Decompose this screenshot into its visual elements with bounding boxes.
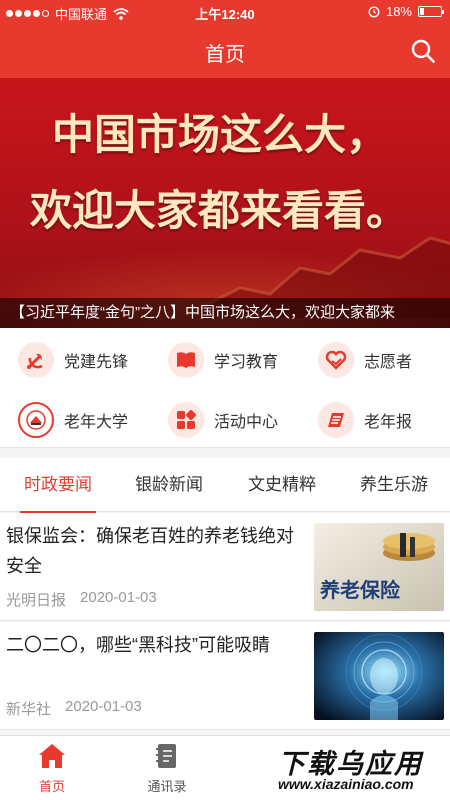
banner-headline-line1: 中国市场这么大， (52, 110, 389, 159)
thumbnail-caption: 养老保险 (319, 578, 401, 602)
nav-contacts-label: 通讯录 (147, 779, 187, 794)
category-tabs: 时政要闻 银龄新闻 文史精粹 养生乐游 (0, 458, 450, 513)
nav-contacts[interactable]: 通讯录 (117, 742, 217, 795)
tab-current-affairs[interactable]: 时政要闻 (20, 458, 96, 513)
news-source: 新华社 (6, 701, 52, 718)
shortcut-label: 老年大学 (64, 414, 129, 431)
shortcut-label: 志愿者 (364, 354, 413, 371)
party-emblem-icon (18, 342, 54, 378)
shortcut-study[interactable]: 学习教育 (150, 330, 300, 390)
newspaper-icon (318, 402, 354, 438)
heart-hands-icon (318, 342, 354, 378)
nav-home-label: 首页 (38, 779, 65, 794)
book-icon (168, 342, 204, 378)
shortcut-label: 活动中心 (214, 414, 279, 431)
watermark: 下载乌应用 www.xiazainiao.com (270, 742, 446, 796)
shortcut-volunteer[interactable]: 志愿者 (300, 330, 450, 390)
battery-percent: 18% (385, 4, 412, 19)
banner-caption: 【习近平年度“金句”之八】中国市场这么大，欢迎大家都来 (0, 298, 450, 328)
banner-carousel[interactable]: 中国市场这么大， 欢迎大家都来看看。 【习近平年度“金句”之八】中国市场这么大，… (0, 78, 450, 328)
news-item[interactable]: 二〇二〇，哪些“黑科技”可能吸睛 新华社 2020-01-03 (0, 622, 450, 730)
page-title: 首页 (205, 44, 245, 66)
address-book-icon (156, 744, 176, 768)
shortcut-label: 党建先锋 (64, 354, 129, 371)
shortcut-senior-newspaper[interactable]: 老年报 (300, 390, 450, 450)
shortcut-party-building[interactable]: 党建先锋 (0, 330, 150, 390)
status-bar: 中国联通 上午12:40 18% (0, 0, 450, 24)
news-title: 银保监会：确保老百姓的养老钱绝对安全 (6, 526, 294, 576)
tab-culture-history[interactable]: 文史精粹 (243, 458, 321, 512)
news-item[interactable]: 银保监会：确保老百姓的养老钱绝对安全 光明日报 2020-01-03 养老保险 (0, 513, 450, 621)
shortcut-activity-center[interactable]: 活动中心 (150, 390, 300, 450)
tab-silver-news[interactable]: 银龄新闻 (130, 458, 208, 512)
search-button[interactable] (410, 38, 436, 64)
search-icon (411, 39, 435, 63)
nav-home[interactable]: 首页 (2, 742, 102, 795)
watermark-url: www.xiazainiao.com (278, 776, 414, 792)
news-source: 光明日报 (6, 592, 67, 609)
shortcut-label: 老年报 (364, 414, 413, 431)
banner-headline-line2: 欢迎大家都来看看。 (30, 186, 409, 235)
university-emblem-icon (18, 402, 54, 438)
news-thumbnail (314, 632, 444, 720)
alarm-icon (368, 5, 380, 18)
activity-grid-icon (168, 402, 204, 438)
news-date: 2020-01-03 (65, 698, 142, 715)
news-thumbnail: 养老保险 (314, 523, 444, 611)
shortcut-senior-university[interactable]: 老年大学 (0, 390, 150, 450)
news-date: 2020-01-03 (80, 589, 157, 606)
shortcut-label: 学习教育 (214, 354, 279, 371)
news-title: 二〇二〇，哪些“黑科技”可能吸睛 (6, 635, 270, 655)
tab-health-travel[interactable]: 养生乐游 (355, 458, 433, 512)
shortcut-grid: 党建先锋 学习教育 志愿者 老年大学 活动中心 老年报 (0, 328, 450, 448)
app-header: 中国联通 上午12:40 18% 首页 (0, 0, 450, 78)
home-icon (39, 744, 65, 768)
battery-icon (418, 6, 444, 17)
